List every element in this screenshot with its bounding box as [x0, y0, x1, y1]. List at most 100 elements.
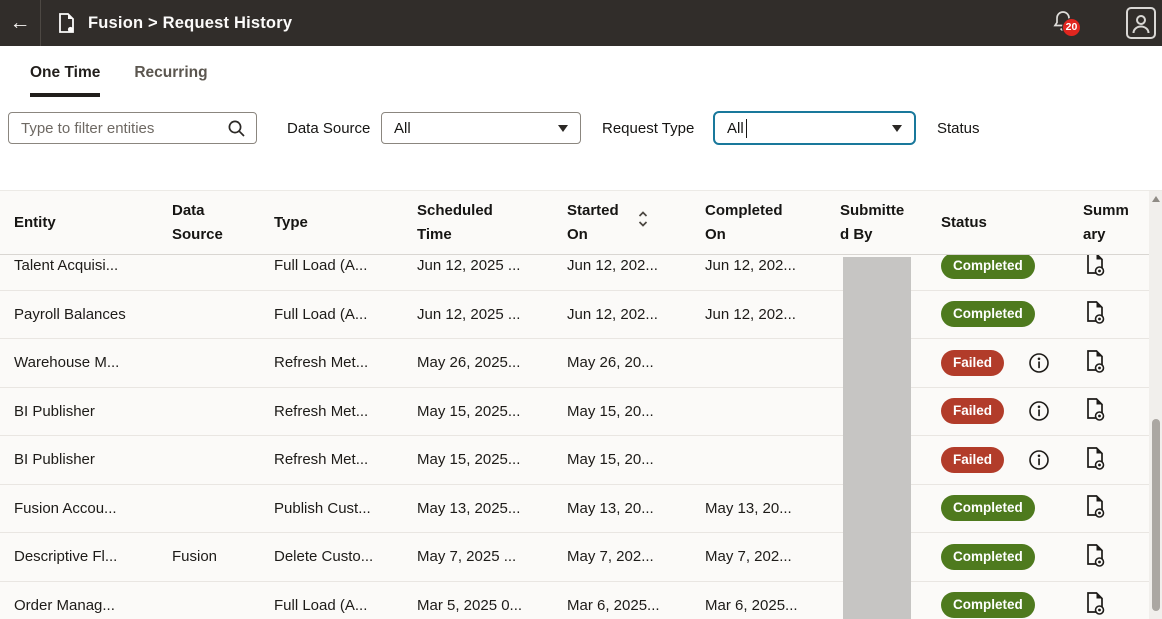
column-header-type[interactable]: Type [274, 211, 417, 234]
cell-data-source: Fusion [172, 548, 274, 565]
request-type-value: All [715, 120, 744, 137]
cell-status: Failed [941, 398, 1083, 424]
cell-started-on: Mar 6, 2025... [567, 597, 705, 614]
cell-type: Refresh Met... [274, 451, 417, 468]
cell-type: Publish Cust... [274, 500, 417, 517]
app-bar: ← Fusion > Request History 20 [0, 0, 1162, 46]
scrollbar-thumb[interactable] [1152, 419, 1160, 611]
cell-status: Completed [941, 255, 1083, 279]
cell-entity: Order Manag... [14, 597, 172, 614]
cell-type: Full Load (A... [274, 306, 417, 323]
summary-icon[interactable] [1085, 397, 1106, 421]
table-row[interactable]: BI Publisher Refresh Met...May 15, 2025..… [0, 388, 1162, 437]
summary-icon[interactable] [1085, 591, 1106, 615]
request-type-dropdown[interactable]: All [713, 111, 916, 145]
cell-status: Failed [941, 447, 1083, 473]
cell-scheduled-time: May 13, 2025... [417, 500, 567, 517]
data-source-dropdown[interactable]: All [381, 112, 581, 144]
scrollbar-up-arrow-icon[interactable] [1152, 196, 1160, 202]
cell-completed-on: May 13, 20... [705, 500, 840, 517]
cell-completed-on: Mar 6, 2025... [705, 597, 840, 614]
status-label: Status [937, 120, 980, 137]
cell-scheduled-time: Mar 5, 2025 0... [417, 597, 567, 614]
cell-type: Refresh Met... [274, 354, 417, 371]
table-row[interactable]: Payroll BalancesFull Load (A...Jun 12, 2… [0, 291, 1162, 340]
cell-entity: Fusion Accou... [14, 500, 172, 517]
cell-entity: BI Publisher [14, 451, 172, 468]
column-header-scheduled-time[interactable]: Scheduled Time [417, 199, 567, 246]
status-badge: Failed [941, 350, 1004, 376]
notification-count-badge: 20 [1062, 18, 1081, 37]
column-header-submitted-by[interactable]: Submitted By [840, 199, 941, 246]
table-scrollbar[interactable] [1149, 191, 1162, 619]
info-icon[interactable] [1028, 449, 1050, 471]
status-badge: Failed [941, 398, 1004, 424]
submitted-by-redaction-block [843, 257, 911, 619]
cell-scheduled-time: May 15, 2025... [417, 451, 567, 468]
info-icon[interactable] [1028, 352, 1050, 374]
table-row[interactable]: Order Manag...Full Load (A...Mar 5, 2025… [0, 582, 1162, 619]
table-row[interactable]: Fusion Accou...Publish Cust...May 13, 20… [0, 485, 1162, 534]
entity-filter-field[interactable] [9, 120, 227, 137]
cell-status: Completed [941, 495, 1083, 521]
data-source-value: All [382, 120, 411, 137]
avatar[interactable] [1126, 7, 1156, 39]
summary-icon[interactable] [1085, 446, 1106, 470]
cell-status: Completed [941, 544, 1083, 570]
request-history-table: Entity Data Source Type Scheduled Time S… [0, 190, 1162, 619]
cell-type: Refresh Met... [274, 403, 417, 420]
cell-completed-on: Jun 12, 202... [705, 306, 840, 323]
cell-started-on: May 26, 20... [567, 354, 705, 371]
text-cursor [746, 119, 748, 138]
summary-icon[interactable] [1085, 543, 1106, 567]
back-button[interactable]: ← [0, 0, 40, 46]
cell-type: Delete Custo... [274, 548, 417, 565]
filter-toolbar: Data Source All Request Type All Status … [0, 100, 1162, 190]
cell-entity: BI Publisher [14, 403, 172, 420]
tab-one-time[interactable]: One Time [30, 46, 100, 100]
chevron-down-icon [558, 125, 568, 132]
chevron-down-icon [892, 125, 902, 132]
page-title: Fusion > Request History [88, 14, 292, 33]
status-badge: Failed [941, 447, 1004, 473]
table-row[interactable]: BI Publisher Refresh Met...May 15, 2025..… [0, 436, 1162, 485]
cell-started-on: Jun 12, 202... [567, 306, 705, 323]
column-header-completed-on[interactable]: Completed On [705, 199, 840, 246]
table-row[interactable]: Warehouse M...Refresh Met...May 26, 2025… [0, 339, 1162, 388]
summary-icon[interactable] [1085, 255, 1106, 276]
cell-status: Failed [941, 350, 1083, 376]
cell-scheduled-time: May 15, 2025... [417, 403, 567, 420]
request-type-label: Request Type [602, 120, 694, 137]
cell-entity: Talent Acquisi... [14, 257, 172, 274]
column-header-data-source[interactable]: Data Source [172, 199, 274, 246]
cell-completed-on: Jun 12, 202... [705, 257, 840, 274]
notifications-bell-icon[interactable]: 20 [1052, 9, 1074, 38]
cell-entity: Payroll Balances [14, 306, 172, 323]
table-row[interactable]: Descriptive Fl...FusionDelete Custo...Ma… [0, 533, 1162, 582]
summary-icon[interactable] [1085, 349, 1106, 373]
search-icon[interactable] [227, 119, 246, 138]
summary-icon[interactable] [1085, 494, 1106, 518]
table-body-rows: Talent Acquisi...Full Load (A...Jun 12, … [0, 255, 1162, 619]
cell-status: Completed [941, 301, 1083, 327]
summary-icon[interactable] [1085, 300, 1106, 324]
status-badge: Completed [941, 255, 1035, 279]
data-source-label: Data Source [287, 120, 370, 137]
tab-recurring[interactable]: Recurring [134, 46, 207, 100]
table-body: Talent Acquisi...Full Load (A...Jun 12, … [0, 255, 1162, 619]
cell-started-on: Jun 12, 202... [567, 257, 705, 274]
column-header-started-on[interactable]: Started On [567, 199, 705, 246]
cell-scheduled-time: Jun 12, 2025 ... [417, 306, 567, 323]
cell-started-on: May 13, 20... [567, 500, 705, 517]
column-header-entity[interactable]: Entity [14, 211, 172, 234]
sort-icon[interactable] [637, 209, 649, 236]
column-header-status[interactable]: Status [941, 211, 1083, 234]
table-header-row: Entity Data Source Type Scheduled Time S… [0, 191, 1162, 255]
cell-started-on: May 7, 202... [567, 548, 705, 565]
cell-started-on: May 15, 20... [567, 403, 705, 420]
info-icon[interactable] [1028, 400, 1050, 422]
entity-filter-input[interactable] [8, 112, 257, 144]
cell-scheduled-time: May 26, 2025... [417, 354, 567, 371]
cell-type: Full Load (A... [274, 257, 417, 274]
table-row[interactable]: Talent Acquisi... Full Load (A... Jun 12, … [0, 255, 1162, 291]
